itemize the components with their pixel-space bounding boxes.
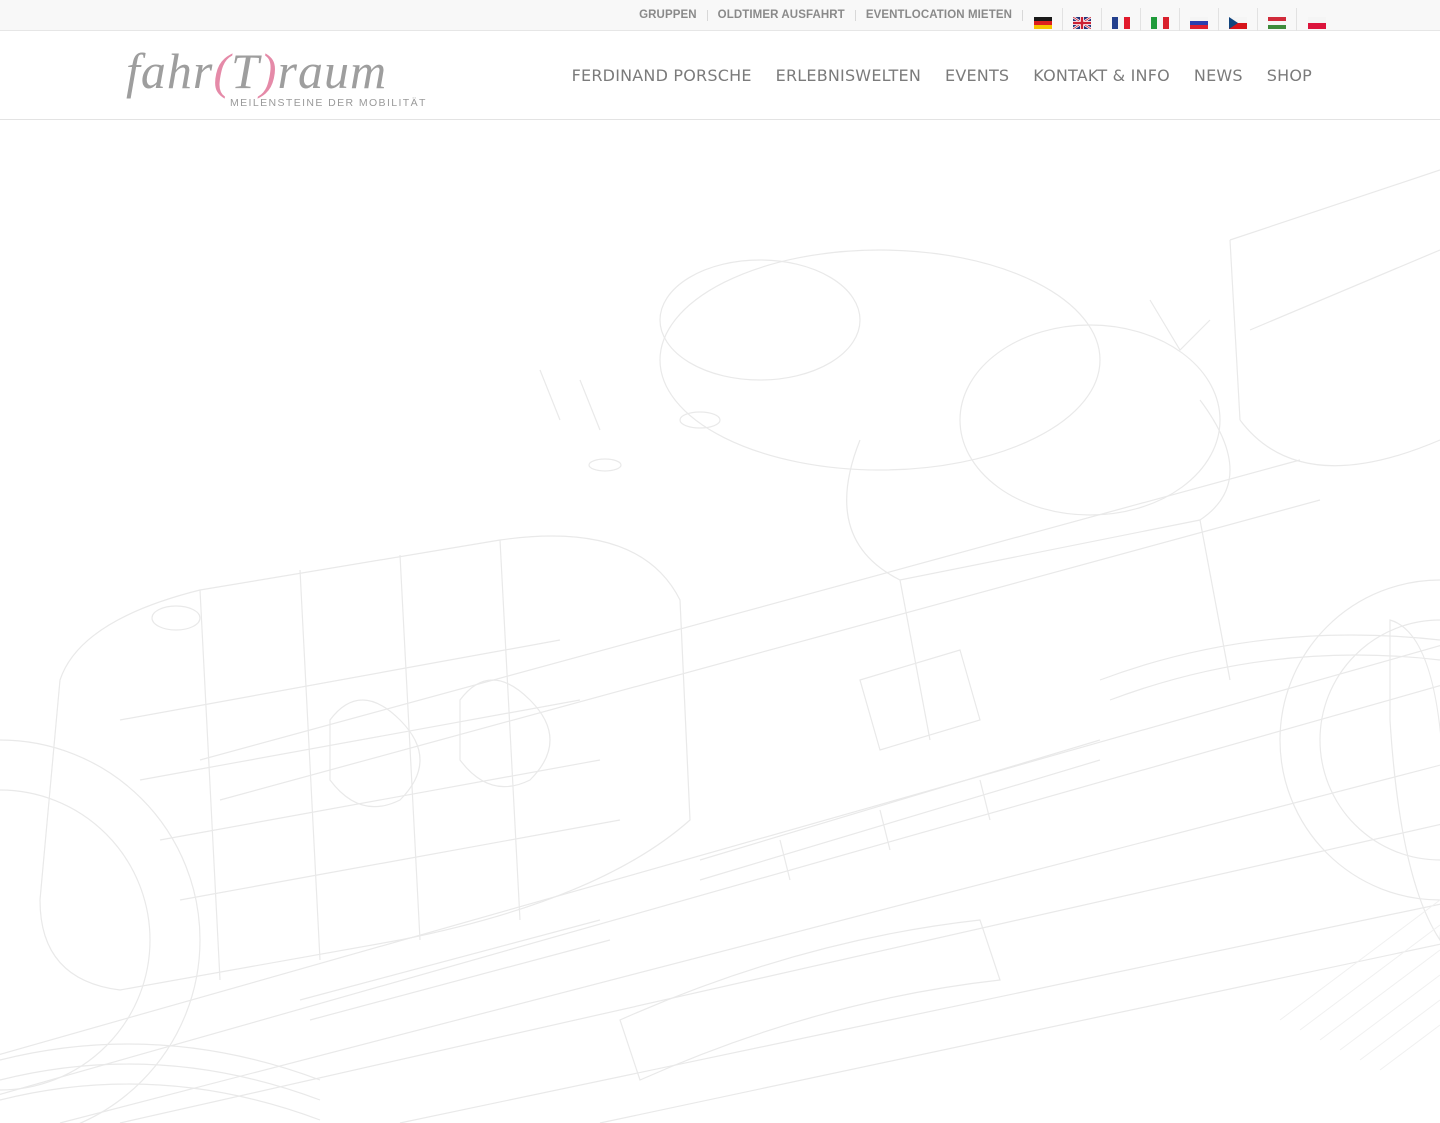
- flag-france-icon: [1112, 17, 1130, 29]
- nav-item-shop[interactable]: SHOP: [1267, 66, 1312, 85]
- flag-poland-icon: [1307, 17, 1326, 29]
- flag-russia-icon: [1190, 17, 1208, 29]
- main-navigation: FERDINAND PORSCHE ERLEBNISWELTEN EVENTS …: [572, 31, 1312, 119]
- top-utility-bar: GRUPPEN OLDTIMER AUSFAHRT EVENTLOCATION …: [0, 0, 1440, 36]
- site-logo[interactable]: fahr(T)raum MEILENSTEINE DER MOBILITÄT: [126, 43, 425, 111]
- chassis-drawing-illustration: [0, 169, 1440, 1123]
- top-link-gruppen[interactable]: GRUPPEN: [629, 9, 707, 21]
- nav-item-erlebniswelten[interactable]: ERLEBNISWELTEN: [776, 66, 921, 85]
- flag-uk-icon: [1073, 17, 1091, 29]
- nav-item-ferdinand-porsche[interactable]: FERDINAND PORSCHE: [572, 66, 752, 85]
- top-link-eventlocation-mieten[interactable]: EVENTLOCATION MIETEN: [854, 9, 1023, 21]
- flag-italy-icon: [1151, 17, 1169, 29]
- hero-background: [0, 120, 1440, 1123]
- logo-wordmark: fahr(T)raum: [126, 43, 388, 99]
- flag-hungary-icon: [1268, 17, 1286, 29]
- top-links: GRUPPEN OLDTIMER AUSFAHRT EVENTLOCATION …: [629, 0, 1023, 30]
- nav-item-events[interactable]: EVENTS: [945, 66, 1009, 85]
- flag-czech-icon: [1229, 17, 1247, 29]
- top-link-oldtimer-ausfahrt[interactable]: OLDTIMER AUSFAHRT: [706, 9, 855, 21]
- logo-tagline: MEILENSTEINE DER MOBILITÄT: [230, 97, 427, 109]
- site-header: fahr(T)raum MEILENSTEINE DER MOBILITÄT F…: [0, 31, 1440, 120]
- flag-germany-icon: [1034, 17, 1052, 29]
- nav-item-news[interactable]: NEWS: [1194, 66, 1243, 85]
- nav-item-kontakt-info[interactable]: KONTAKT & INFO: [1033, 66, 1170, 85]
